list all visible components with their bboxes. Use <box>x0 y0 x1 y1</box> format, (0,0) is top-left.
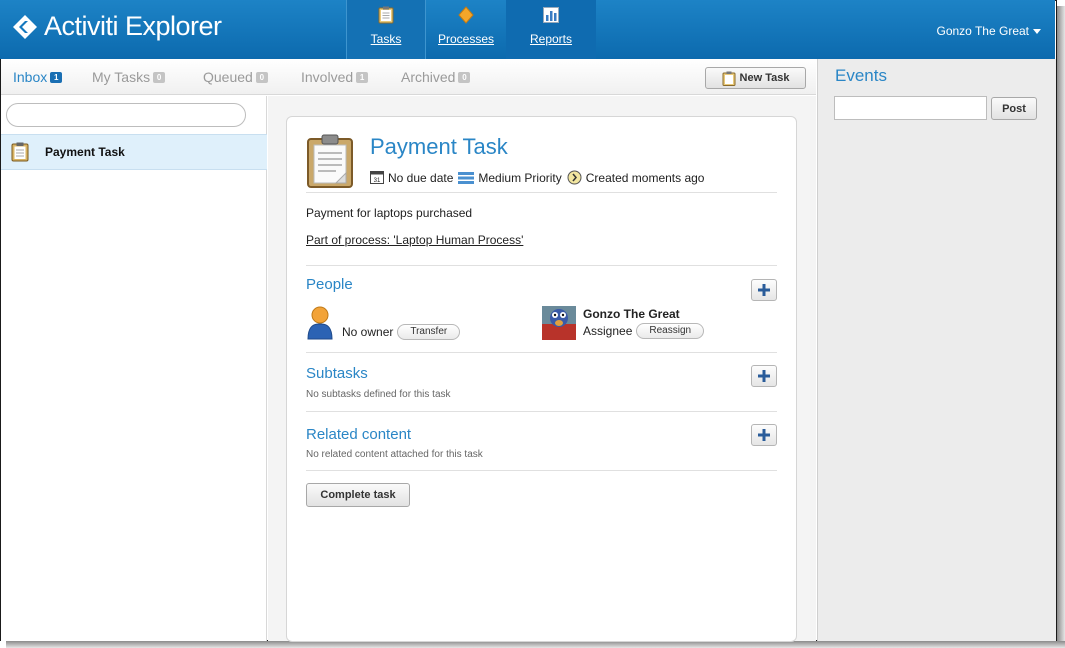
nav-processes-label: Processes <box>437 32 495 46</box>
complete-task-button[interactable]: Complete task <box>306 483 410 507</box>
tab-involved[interactable]: Involved 1 <box>301 69 369 85</box>
tab-inbox-label: Inbox <box>13 69 48 85</box>
tab-queued-label: Queued <box>203 69 253 85</box>
calendar-icon: 31 <box>370 171 384 184</box>
bar-chart-icon <box>543 7 559 23</box>
task-list-pane: Payment Task <box>1 96 267 641</box>
nav-reports-label: Reports <box>529 32 573 46</box>
tab-queued[interactable]: Queued 0 <box>203 69 268 85</box>
diamond-icon <box>458 6 474 24</box>
process-link[interactable]: Part of process: 'Laptop Human Process' <box>306 233 523 247</box>
add-person-button[interactable] <box>751 279 777 301</box>
app-title: Activiti Explorer <box>44 11 222 41</box>
clipboard-icon <box>378 6 394 24</box>
app-header: Activiti Explorer Tasks Processes Report… <box>0 0 1055 59</box>
user-avatar-icon <box>307 306 333 340</box>
event-comment-input[interactable] <box>834 96 987 120</box>
owner-text: No owner <box>342 325 394 339</box>
divider <box>306 411 777 412</box>
created-time: Created moments ago <box>585 170 705 185</box>
clipboard-icon <box>11 142 29 162</box>
tab-inbox[interactable]: Inbox 1 <box>13 69 63 85</box>
app-logo: Activiti Explorer <box>12 11 222 42</box>
user-name: Gonzo The Great <box>936 24 1030 38</box>
events-panel <box>817 59 1056 641</box>
owner: No owner Transfer <box>306 305 461 341</box>
tab-my-tasks-count: 0 <box>153 71 166 83</box>
divider <box>306 352 777 353</box>
new-task-label: New Task <box>739 72 790 84</box>
tab-archived-label: Archived <box>401 69 456 85</box>
tab-involved-label: Involved <box>301 69 354 85</box>
tab-my-tasks-label: My Tasks <box>92 69 151 85</box>
tab-queued-count: 0 <box>255 71 268 83</box>
add-related-content-button[interactable] <box>751 424 777 446</box>
related-content-note: No related content attached for this tas… <box>306 449 483 460</box>
svg-text:31: 31 <box>374 178 381 184</box>
assignee-role: Assignee <box>583 324 633 338</box>
task-meta: 31 No due date Medium Priority Created m… <box>370 170 709 185</box>
nav-reports[interactable]: Reports <box>506 0 596 59</box>
avatar <box>542 306 576 340</box>
task-description: Payment for laptops purchased <box>306 206 473 220</box>
clock-icon <box>567 170 582 185</box>
subtasks-title: Subtasks <box>306 365 368 382</box>
divider <box>306 192 777 193</box>
window-shadow-right <box>1057 6 1065 648</box>
clipboard-icon <box>722 71 736 86</box>
list-item-label: Payment Task <box>45 145 125 159</box>
clipboard-icon <box>307 134 353 188</box>
reassign-button[interactable]: Reassign <box>636 323 705 339</box>
main-nav: Tasks Processes Reports <box>346 0 596 59</box>
events-title: Events <box>835 66 887 85</box>
tab-inbox-count: 1 <box>50 71 63 83</box>
add-subtask-button[interactable] <box>751 365 777 387</box>
due-date: No due date <box>388 170 454 185</box>
tab-involved-count: 1 <box>356 71 369 83</box>
plus-icon <box>758 284 770 296</box>
nav-tasks-label: Tasks <box>370 32 402 46</box>
window-shadow-bottom <box>6 641 1065 648</box>
plus-icon <box>758 429 770 441</box>
assignee: Gonzo The Great Assignee Reassign <box>542 306 705 340</box>
subtasks-note: No subtasks defined for this task <box>306 389 451 400</box>
task-tabs: Inbox 1 My Tasks 0 Queued 0 Involved 1 A… <box>1 59 816 95</box>
task-search-input[interactable] <box>6 103 246 127</box>
diamond-logo-icon <box>13 14 37 39</box>
tab-my-tasks[interactable]: My Tasks 0 <box>92 69 166 85</box>
priority: Medium Priority <box>478 170 562 185</box>
tab-archived[interactable]: Archived 0 <box>401 69 471 85</box>
chevron-down-icon <box>1033 28 1041 34</box>
user-menu[interactable]: Gonzo The Great <box>936 24 1041 38</box>
transfer-button[interactable]: Transfer <box>397 324 461 340</box>
nav-tasks[interactable]: Tasks <box>346 0 426 59</box>
divider <box>306 265 777 266</box>
nav-processes[interactable]: Processes <box>426 0 506 59</box>
task-title: Payment Task <box>370 134 508 159</box>
tab-archived-count: 0 <box>458 71 471 83</box>
new-task-button[interactable]: New Task <box>705 67 806 89</box>
assignee-name: Gonzo The Great <box>583 307 680 321</box>
related-content-title: Related content <box>306 426 412 443</box>
list-item[interactable]: Payment Task <box>1 134 267 170</box>
plus-icon <box>758 370 770 382</box>
post-button[interactable]: Post <box>991 97 1037 120</box>
people-title: People <box>306 276 353 293</box>
priority-icon <box>458 171 475 184</box>
divider <box>306 470 777 471</box>
